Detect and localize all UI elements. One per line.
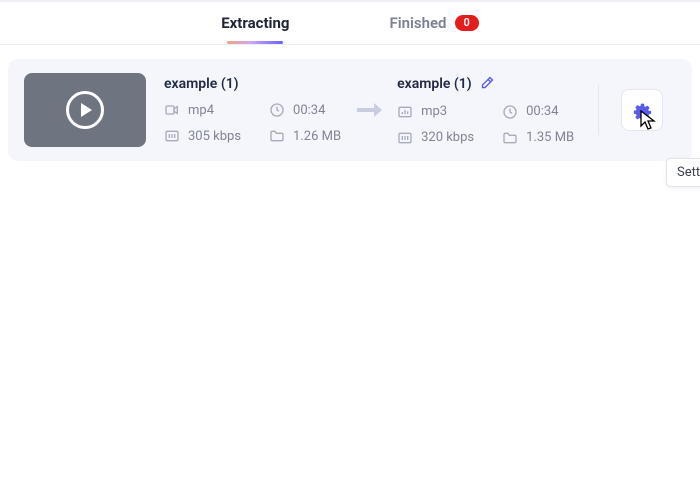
- target-info: example (1) mp3 00:34 320 kbps 1.35 MB: [397, 75, 574, 146]
- bitrate-icon: [397, 130, 413, 146]
- target-bitrate-value: 320 kbps: [421, 130, 474, 145]
- source-filename: example (1): [164, 76, 341, 92]
- target-size-value: 1.35 MB: [526, 130, 574, 145]
- source-format: mp4: [164, 102, 241, 118]
- clock-icon: [502, 104, 518, 120]
- edit-icon[interactable]: [480, 75, 495, 94]
- arrow-right-icon: [355, 100, 383, 120]
- target-duration: 00:34: [502, 104, 574, 120]
- folder-icon: [269, 128, 285, 144]
- source-size-value: 1.26 MB: [293, 129, 341, 144]
- tabs-bar: Extracting Finished 0: [0, 2, 700, 44]
- source-bitrate-value: 305 kbps: [188, 129, 241, 144]
- conversion-card: example (1) mp4 00:34 305 kbps 1.26 MB e…: [8, 59, 692, 161]
- settings-button[interactable]: [621, 89, 663, 131]
- tab-extracting-label: Extracting: [221, 14, 289, 32]
- video-thumbnail[interactable]: [24, 73, 146, 147]
- source-bitrate: 305 kbps: [164, 128, 241, 144]
- play-icon: [66, 91, 104, 129]
- clock-icon: [269, 102, 285, 118]
- tab-finished[interactable]: Finished 0: [389, 14, 478, 44]
- tabs-divider: [0, 44, 700, 45]
- video-icon: [164, 102, 180, 118]
- audio-icon: [397, 104, 413, 120]
- gear-icon: [631, 99, 653, 121]
- target-bitrate: 320 kbps: [397, 130, 474, 146]
- target-format: mp3: [397, 104, 474, 120]
- source-format-value: mp4: [188, 103, 214, 118]
- folder-icon: [502, 130, 518, 146]
- source-info: example (1) mp4 00:34 305 kbps 1.26 MB: [164, 76, 341, 144]
- bitrate-icon: [164, 128, 180, 144]
- target-duration-value: 00:34: [526, 104, 558, 119]
- source-duration-value: 00:34: [293, 103, 325, 118]
- tab-finished-label: Finished: [389, 14, 446, 32]
- source-size: 1.26 MB: [269, 128, 341, 144]
- finished-count-badge: 0: [455, 15, 479, 31]
- settings-tooltip: Settings: [666, 158, 700, 187]
- target-filename: example (1): [397, 76, 472, 92]
- target-size: 1.35 MB: [502, 130, 574, 146]
- source-duration: 00:34: [269, 102, 341, 118]
- tab-extracting[interactable]: Extracting: [221, 14, 289, 44]
- tab-indicator: [227, 41, 283, 44]
- vertical-divider: [598, 85, 599, 135]
- target-format-value: mp3: [421, 104, 447, 119]
